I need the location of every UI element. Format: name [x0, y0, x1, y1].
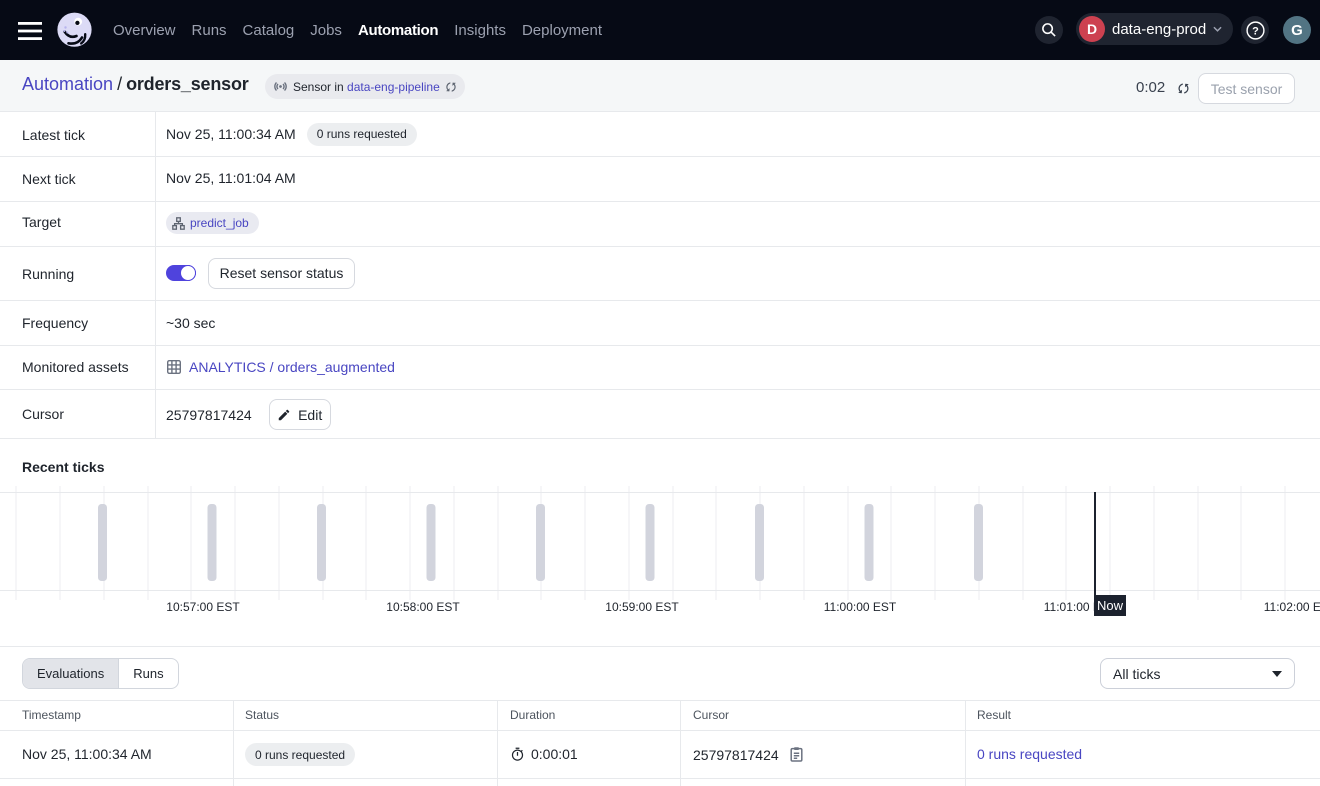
svg-text:10:59:00 EST: 10:59:00 EST [605, 600, 679, 614]
svg-text:11:00:00 EST: 11:00:00 EST [824, 600, 897, 614]
svg-text:10:57:00 EST: 10:57:00 EST [166, 600, 240, 614]
svg-text:11:02:00 EST: 11:02:00 EST [1264, 600, 1320, 614]
svg-text:10:58:00 EST: 10:58:00 EST [386, 600, 460, 614]
svg-text:Now: Now [1097, 598, 1124, 613]
svg-text:?: ? [1252, 25, 1259, 37]
